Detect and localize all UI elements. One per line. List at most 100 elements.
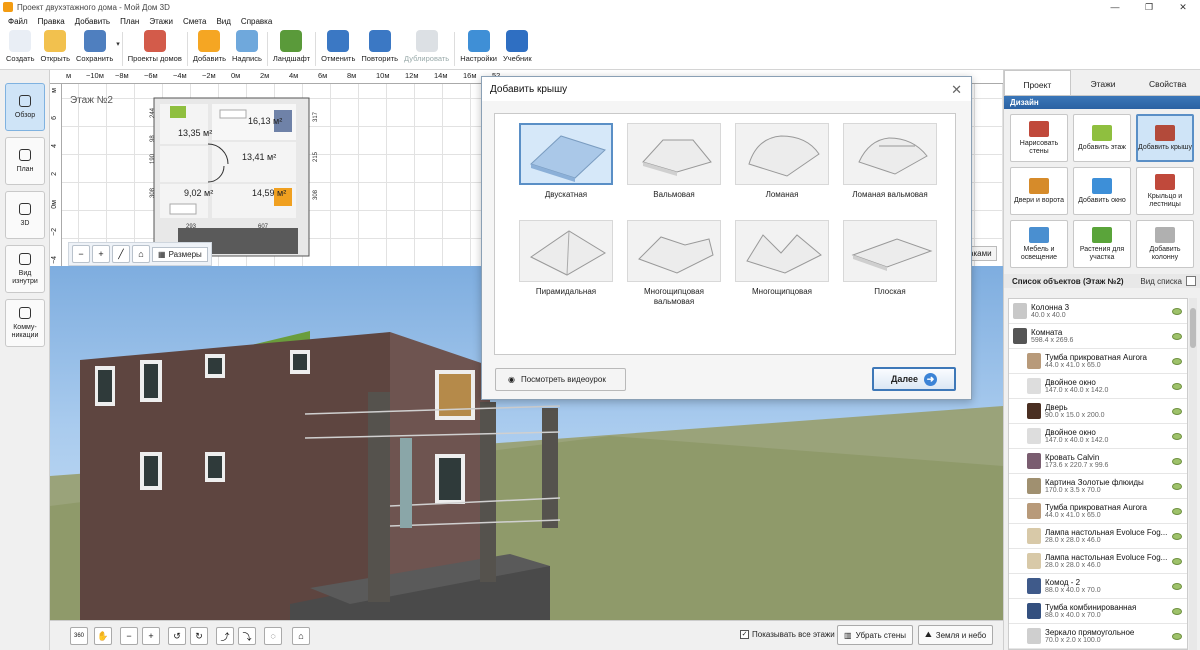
next-button[interactable]: Далее ➜ [872,367,956,391]
visibility-eye-icon[interactable] [1172,307,1182,315]
design-tool-stairs[interactable]: Крыльцо и лестницы [1136,167,1194,215]
list-item[interactable]: Тумба комбинированная 88.0 x 40.0 x 70.0 [1009,599,1187,624]
roof-thumbnail[interactable] [519,123,613,185]
save-dropdown-icon[interactable]: ▾ [116,40,120,48]
design-tool-armchair[interactable]: Мебель и освещение [1010,220,1068,268]
list-item[interactable]: Двойное окно 147.0 x 40.0 x 142.0 [1009,424,1187,449]
scrollbar-thumb[interactable] [1190,308,1196,348]
minimize-button[interactable]: — [1098,2,1132,13]
design-tool-add-floor[interactable]: Добавить этаж [1073,114,1131,162]
toolbar-button-undo[interactable]: Отменить [318,28,358,63]
tilt-down-button[interactable]: ⤵ [238,627,256,645]
zoom-in-3d-button[interactable]: + [142,627,160,645]
menu-help[interactable]: Справка [236,17,277,26]
design-tool-plant[interactable]: Растения для участка [1073,220,1131,268]
design-tool-column[interactable]: Добавить колонну [1136,220,1194,268]
roof-option[interactable]: Двускатная [519,123,613,212]
visibility-eye-icon[interactable] [1172,382,1182,390]
list-item[interactable]: Лампа настольная Evoluce Fog... 28.0 x 28… [1009,524,1187,549]
roof-option[interactable]: Многощипцовая [735,220,829,309]
show-all-floors-checkbox[interactable]: ✓ [740,630,749,639]
lighting-button[interactable]: ◌ [264,627,282,645]
roof-thumbnail[interactable] [843,123,937,185]
menu-edit[interactable]: Правка [33,17,70,26]
view-mode-cube[interactable]: 3D [5,191,45,239]
menu-view[interactable]: Вид [211,17,235,26]
list-item[interactable]: Двойное окно 147.0 x 40.0 x 142.0 [1009,374,1187,399]
view-mode-inside-view[interactable]: Вид изнутри [5,245,45,293]
maximize-button[interactable]: ❐ [1132,2,1166,13]
list-item[interactable]: Колонна 3 40.0 x 40.0 [1009,299,1187,324]
visibility-eye-icon[interactable] [1172,407,1182,415]
visibility-eye-icon[interactable] [1172,607,1182,615]
list-item[interactable]: Картина Золотые флюиды 170.0 x 3.5 x 70.0 [1009,474,1187,499]
roof-thumbnail[interactable] [627,123,721,185]
zoom-out-3d-button[interactable]: − [120,627,138,645]
list-item[interactable]: Тумба прикроватная Aurora 44.0 x 41.0 x 6… [1009,499,1187,524]
roof-option[interactable]: Многощипцовая вальмовая [627,220,721,309]
zoom-out-button[interactable]: − [72,245,90,263]
view-mode-plan[interactable]: План [5,137,45,185]
menu-estimate[interactable]: Смета [178,17,211,26]
rotate-right-button[interactable]: ↻ [190,627,208,645]
roof-thumbnail[interactable] [843,220,937,282]
remove-walls-button[interactable]: ▥ Убрать стены [837,625,914,645]
object-list[interactable]: Колонна 3 40.0 x 40.0 Комната 598.4 x 269.6… [1008,298,1188,650]
design-tool-brick-wall[interactable]: Нарисовать стены [1010,114,1068,162]
visibility-eye-icon[interactable] [1172,457,1182,465]
toolbar-button-add[interactable]: Добавить [190,28,229,63]
video-tutorial-button[interactable]: ◉ Посмотреть видеоурок [495,368,626,391]
list-item[interactable]: Зеркало прямоугольное 70.0 x 2.0 x 100.0 [1009,624,1187,649]
roof-option[interactable]: Вальмовая [627,123,721,212]
visibility-eye-icon[interactable] [1172,357,1182,365]
roof-option[interactable]: Плоская [843,220,937,309]
home-view-button[interactable]: ⌂ [292,627,310,645]
toolbar-button-text[interactable]: Надпись [229,28,265,63]
list-item[interactable]: Лампа настольная Evoluce Fog... 28.0 x 28… [1009,549,1187,574]
roof-thumbnail[interactable] [627,220,721,282]
visibility-eye-icon[interactable] [1172,632,1182,640]
visibility-eye-icon[interactable] [1172,332,1182,340]
toolbar-button-house[interactable]: Проекты домов [125,28,185,63]
menu-plan[interactable]: План [115,17,144,26]
close-button[interactable]: ✕ [1166,2,1200,13]
design-tool-window[interactable]: Добавить окно [1073,167,1131,215]
tab-properties[interactable]: Свойства [1135,70,1200,95]
visibility-eye-icon[interactable] [1172,557,1182,565]
ruler-button[interactable]: ╱ [112,245,130,263]
list-item[interactable]: Комната 598.4 x 269.6 [1009,324,1187,349]
roof-thumbnail[interactable] [735,220,829,282]
roof-option[interactable]: Ломаная [735,123,829,212]
tab-floors[interactable]: Этажи [1071,70,1136,95]
show-all-floors-toggle[interactable]: ✓ Показывать все этажи [740,630,835,639]
list-view-button[interactable] [1186,276,1196,286]
ground-sky-button[interactable]: ⛰ Земля и небо [918,625,994,645]
roof-thumbnail[interactable] [735,123,829,185]
design-tool-door[interactable]: Двери и ворота [1010,167,1068,215]
toolbar-button-save[interactable]: Сохранить [73,28,116,63]
visibility-eye-icon[interactable] [1172,507,1182,515]
zoom-in-button[interactable]: + [92,245,110,263]
menu-add[interactable]: Добавить [70,17,115,26]
toolbar-button-help[interactable]: Учебник [500,28,535,63]
view-mode-eye[interactable]: Обзор [5,83,45,131]
toolbar-button-gear[interactable]: Настройки [457,28,500,63]
list-item[interactable]: Тумба прикроватная Aurora 44.0 x 41.0 x 6… [1009,349,1187,374]
dialog-close-button[interactable]: ✕ [951,82,962,98]
list-item[interactable]: Дверь 90.0 x 15.0 x 200.0 [1009,399,1187,424]
visibility-eye-icon[interactable] [1172,482,1182,490]
sizes-button[interactable]: ▦ Размеры [152,246,208,262]
object-list-scrollbar[interactable] [1189,298,1197,650]
list-item[interactable]: Комод - 2 88.0 x 40.0 x 70.0 [1009,574,1187,599]
toolbar-button-folder[interactable]: Открыть [38,28,73,63]
visibility-eye-icon[interactable] [1172,532,1182,540]
roof-thumbnail[interactable] [519,220,613,282]
roof-option[interactable]: Ломаная вальмовая [843,123,937,212]
roof-option[interactable]: Пирамидальная [519,220,613,309]
toolbar-button-new-file[interactable]: Создать [3,28,38,63]
visibility-eye-icon[interactable] [1172,432,1182,440]
tab-project[interactable]: Проект [1004,70,1071,95]
view-mode-communications[interactable]: Комму-никации [5,299,45,347]
menu-file[interactable]: Файл [3,17,33,26]
menu-floors[interactable]: Этажи [144,17,178,26]
